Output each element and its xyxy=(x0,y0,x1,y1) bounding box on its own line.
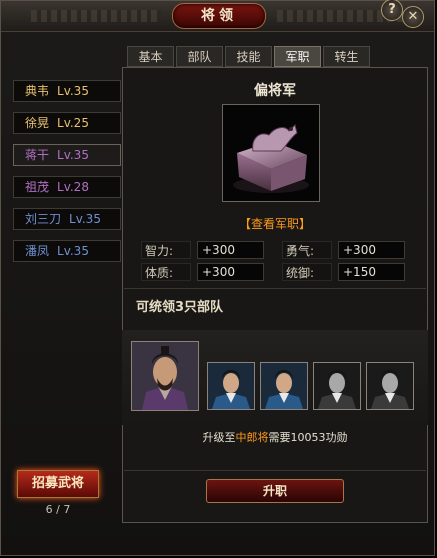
promote-bar: 升职 xyxy=(124,475,426,509)
divider xyxy=(124,288,426,289)
general-name: 徐晃 xyxy=(25,116,50,130)
troop-command-text: 可统领3只部队 xyxy=(136,300,224,315)
stat-intelligence-label: 智力: xyxy=(141,241,191,259)
divider xyxy=(124,470,426,471)
general-name: 潘凤 xyxy=(25,244,50,258)
troop-slot-locked[interactable] xyxy=(366,362,414,410)
close-icon[interactable]: ✕ xyxy=(402,6,424,28)
tab-skills[interactable]: 技能 xyxy=(225,46,272,67)
tab-rebirth[interactable]: 转生 xyxy=(323,46,370,67)
promote-button[interactable]: 升职 xyxy=(206,479,344,503)
troop-slot-locked[interactable] xyxy=(313,362,361,410)
stat-physique-value: +300 xyxy=(197,263,264,281)
upgrade-target-rank[interactable]: 中郎将 xyxy=(236,431,269,444)
general-level: Lv.25 xyxy=(57,116,89,130)
upgrade-requirement: 升级至中郎将需要10053功勋 xyxy=(122,429,428,445)
general-list-item[interactable]: 徐晃 Lv.25 xyxy=(13,112,121,134)
rank-title: 偏将军 xyxy=(254,83,296,99)
upgrade-suffix: 需要10053功勋 xyxy=(268,431,348,444)
help-icon[interactable]: ? xyxy=(381,0,403,21)
soldier-face-icon xyxy=(208,363,254,409)
tab-basic[interactable]: 基本 xyxy=(127,46,174,67)
general-level: Lv.35 xyxy=(69,212,101,226)
soldier-face-icon xyxy=(367,363,413,409)
general-name: 祖茂 xyxy=(25,180,50,194)
view-rank-link[interactable]: 【查看军职】 xyxy=(122,215,428,232)
general-list-item[interactable]: 潘凤 Lv.35 xyxy=(13,240,121,262)
stat-intelligence-value: +300 xyxy=(197,241,264,259)
general-list-item[interactable]: 蒋干 Lv.35 xyxy=(13,144,121,166)
troop-slot-unlocked[interactable] xyxy=(207,362,255,410)
troop-slot-unlocked[interactable] xyxy=(260,362,308,410)
tab-military-rank[interactable]: 军职 xyxy=(274,46,321,67)
window-title: 将领 xyxy=(201,8,237,24)
general-face-icon xyxy=(132,342,198,410)
soldier-face-icon xyxy=(314,363,360,409)
general-count: 6 / 7 xyxy=(45,503,71,516)
general-list-item[interactable]: 典韦 Lv.35 xyxy=(13,80,121,102)
stat-command-value: +150 xyxy=(338,263,405,281)
window-title-plate: 将领 xyxy=(172,3,266,29)
stat-courage-value: +300 xyxy=(338,241,405,259)
recruit-general-button[interactable]: 招募武将 xyxy=(17,470,99,498)
general-level: Lv.35 xyxy=(57,244,89,258)
general-level: Lv.35 xyxy=(57,84,89,98)
general-level: Lv.35 xyxy=(57,148,89,162)
general-list-item[interactable]: 祖茂 Lv.28 xyxy=(13,176,121,198)
left-ornament xyxy=(31,10,161,22)
stat-command-label: 统御: xyxy=(282,263,332,281)
upgrade-prefix: 升级至 xyxy=(202,431,236,444)
general-name: 蒋干 xyxy=(25,148,50,162)
soldier-face-icon xyxy=(261,363,307,409)
general-name: 典韦 xyxy=(25,84,50,98)
general-name: 刘三刀 xyxy=(25,212,62,226)
stat-courage-label: 勇气: xyxy=(282,241,332,259)
jade-seal-icon xyxy=(233,124,309,193)
rank-seal-frame xyxy=(222,104,320,202)
general-portrait[interactable] xyxy=(131,341,199,411)
general-list-item[interactable]: 刘三刀 Lv.35 xyxy=(13,208,121,230)
tab-troops[interactable]: 部队 xyxy=(176,46,223,67)
stat-physique-label: 体质: xyxy=(141,263,191,281)
general-level: Lv.28 xyxy=(57,180,89,194)
